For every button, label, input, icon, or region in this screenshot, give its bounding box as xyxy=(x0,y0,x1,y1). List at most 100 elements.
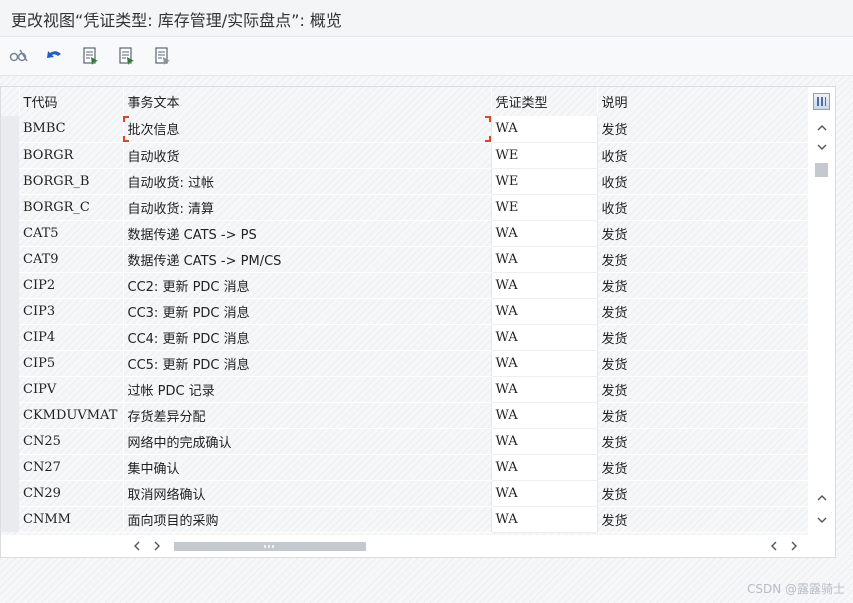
cell-tcode: BMBC xyxy=(19,116,124,143)
vertical-scrollbar[interactable] xyxy=(808,87,835,535)
cell-doc-type[interactable]: WA xyxy=(491,350,598,377)
row-selector[interactable] xyxy=(1,246,19,272)
table-row[interactable]: BORGR_B 自动收货: 过帐 WE 收货 xyxy=(1,168,808,195)
column-header-doc-type[interactable]: 凭证类型 xyxy=(491,87,598,116)
table-row[interactable]: CIP3 CC3: 更新 PDC 消息 WA 发货 xyxy=(1,298,808,325)
cell-desc: 发货 xyxy=(597,246,808,273)
cell-doc-type[interactable]: WA xyxy=(491,428,598,455)
copy-as-icon xyxy=(119,47,134,65)
row-selector[interactable] xyxy=(1,376,19,402)
row-selector[interactable] xyxy=(1,272,19,298)
copy-as-button[interactable] xyxy=(116,45,138,67)
column-header-desc[interactable]: 说明 xyxy=(597,87,808,116)
row-selector[interactable] xyxy=(1,350,19,376)
cell-doc-type[interactable]: WA xyxy=(491,298,598,325)
row-selector[interactable] xyxy=(1,428,19,454)
table-row[interactable]: CNMM 面向项目的采购 WA 发货 xyxy=(1,506,808,533)
cell-doc-type[interactable]: WE xyxy=(491,168,598,195)
cell-desc: 发货 xyxy=(597,298,808,325)
undo-icon xyxy=(47,51,61,58)
table-row[interactable]: CN27 集中确认 WA 发货 xyxy=(1,454,808,481)
cell-text: 网络中的完成确认 xyxy=(123,428,492,455)
row-selector[interactable] xyxy=(1,480,19,506)
cell-tcode: CIP4 xyxy=(19,324,124,351)
scroll-down-icon[interactable] xyxy=(816,141,828,153)
row-selector[interactable] xyxy=(1,194,19,220)
cell-doc-type[interactable]: WA xyxy=(491,220,598,247)
cell-text: 过帐 PDC 记录 xyxy=(123,376,492,403)
table-row[interactable]: CIPV 过帐 PDC 记录 WA 发货 xyxy=(1,376,808,403)
cell-doc-type[interactable]: WA xyxy=(491,402,598,429)
column-header-text[interactable]: 事务文本 xyxy=(123,87,492,116)
cell-doc-type[interactable]: WE xyxy=(491,142,598,169)
cell-text: 批次信息 xyxy=(123,116,492,143)
scroll-up-icon[interactable] xyxy=(816,122,828,134)
cell-text: 自动收货 xyxy=(123,142,492,169)
new-entries-button[interactable] xyxy=(80,45,102,67)
row-selector[interactable] xyxy=(1,168,19,194)
row-selector[interactable] xyxy=(1,454,19,480)
cell-doc-type[interactable]: WA xyxy=(491,376,598,403)
row-selector[interactable] xyxy=(1,220,19,246)
cell-desc: 发货 xyxy=(597,220,808,247)
cell-tcode: CAT5 xyxy=(19,220,124,247)
cell-desc: 收货 xyxy=(597,168,808,195)
cell-tcode: CN25 xyxy=(19,428,124,455)
display-change-button[interactable] xyxy=(8,45,30,67)
cell-tcode: CNMM xyxy=(19,506,124,533)
scroll-right-icon[interactable] xyxy=(151,540,163,552)
table-row[interactable]: BORGR_C 自动收货: 清算 WE 收货 xyxy=(1,194,808,221)
data-table: T代码 事务文本 凭证类型 说明 BMBC 批次信息 WA 发货 BORGR 自动收货 WE… xyxy=(1,87,808,533)
table-panel: T代码 事务文本 凭证类型 说明 BMBC 批次信息 WA 发货 BORGR 自动收货 WE… xyxy=(0,86,836,558)
cell-doc-type[interactable]: WA xyxy=(491,480,598,507)
cell-doc-type[interactable]: WA xyxy=(491,454,598,481)
table-row[interactable]: CKMDUVMAT 存货差异分配 WA 发货 xyxy=(1,402,808,429)
page-down-icon[interactable] xyxy=(816,514,828,526)
delete-button[interactable] xyxy=(152,45,174,67)
table-row[interactable]: CN25 网络中的完成确认 WA 发货 xyxy=(1,428,808,455)
cell-text: CC5: 更新 PDC 消息 xyxy=(123,350,492,377)
cell-desc: 发货 xyxy=(597,428,808,455)
scroll-left-icon[interactable] xyxy=(131,540,143,552)
cell-desc: 收货 xyxy=(597,194,808,221)
cell-doc-type[interactable]: WA xyxy=(491,506,598,533)
column-settings-icon[interactable] xyxy=(813,93,830,110)
column-header-tcode[interactable]: T代码 xyxy=(19,87,124,116)
table-row[interactable]: CAT5 数据传递 CATS -> PS WA 发货 xyxy=(1,220,808,247)
table-row[interactable]: BORGR 自动收货 WE 收货 xyxy=(1,142,808,169)
horizontal-scroll-thumb[interactable] xyxy=(174,542,366,551)
vertical-scroll-thumb[interactable] xyxy=(815,163,828,177)
cell-doc-type[interactable]: WA xyxy=(491,116,598,143)
table-row[interactable]: CAT9 数据传递 CATS -> PM/CS WA 发货 xyxy=(1,246,808,273)
cell-desc: 发货 xyxy=(597,480,808,507)
cell-desc: 发货 xyxy=(597,506,808,533)
scroll-right-end-icon[interactable] xyxy=(788,540,800,552)
row-selector[interactable] xyxy=(1,116,19,142)
cell-desc: 发货 xyxy=(597,324,808,351)
table-row[interactable]: CIP5 CC5: 更新 PDC 消息 WA 发货 xyxy=(1,350,808,377)
row-selector[interactable] xyxy=(1,298,19,324)
page-up-icon[interactable] xyxy=(816,492,828,504)
cell-text: CC3: 更新 PDC 消息 xyxy=(123,298,492,325)
horizontal-scrollbar[interactable] xyxy=(1,535,835,557)
cell-desc: 收货 xyxy=(597,142,808,169)
scroll-left-end-icon[interactable] xyxy=(768,540,780,552)
row-selector[interactable] xyxy=(1,324,19,350)
cell-doc-type[interactable]: WA xyxy=(491,246,598,273)
cell-desc: 发货 xyxy=(597,402,808,429)
cell-doc-type[interactable]: WE xyxy=(491,194,598,221)
watermark: CSDN @露露骑士 xyxy=(746,582,845,596)
row-selector-header[interactable] xyxy=(1,87,20,116)
cell-text: 自动收货: 过帐 xyxy=(123,168,492,195)
row-selector[interactable] xyxy=(1,506,19,532)
row-selector[interactable] xyxy=(1,402,19,428)
table-row[interactable]: CIP2 CC2: 更新 PDC 消息 WA 发货 xyxy=(1,272,808,299)
row-selector[interactable] xyxy=(1,142,19,168)
table-row[interactable]: CN29 取消网络确认 WA 发货 xyxy=(1,480,808,507)
table-row[interactable]: BMBC 批次信息 WA 发货 xyxy=(1,116,808,143)
cell-doc-type[interactable]: WA xyxy=(491,272,598,299)
cell-doc-type[interactable]: WA xyxy=(491,324,598,351)
undo-button[interactable] xyxy=(44,45,66,67)
table-row[interactable]: CIP4 CC4: 更新 PDC 消息 WA 发货 xyxy=(1,324,808,351)
toolbar xyxy=(0,36,853,76)
